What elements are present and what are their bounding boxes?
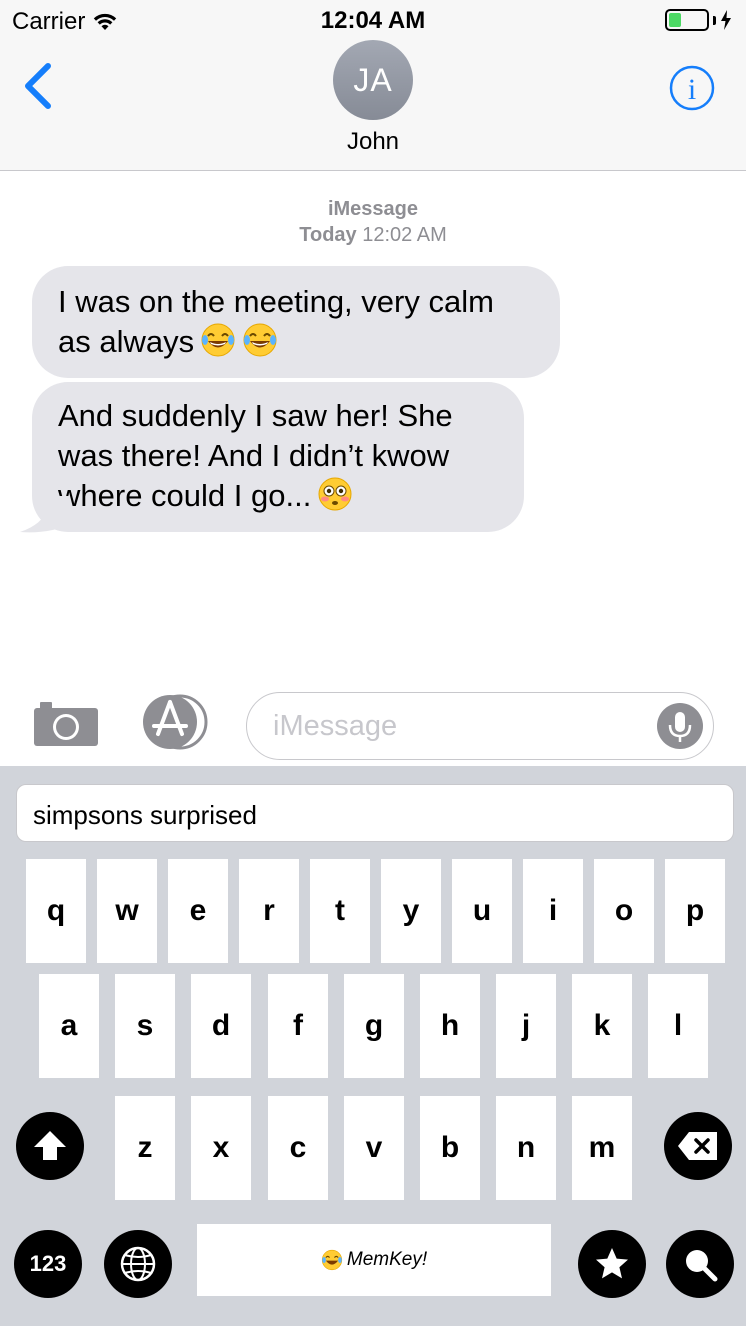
globe-icon [120,1246,156,1282]
key-e[interactable]: e [168,859,228,963]
memkey-keyboard: simpsons surprised q w e r t y u i o p a… [0,766,746,1326]
message-text-line: I was on the meeting, very calm [58,284,494,319]
message-bubble-incoming[interactable]: And suddenly I saw her! She was there! A… [32,382,524,532]
gif-search-input[interactable]: simpsons surprised [16,784,734,842]
face-with-tears-of-joy-icon [243,323,277,357]
avatar-initials: JA [353,61,393,98]
contact-avatar[interactable]: JA [333,40,413,120]
face-with-tears-of-joy-icon [201,323,235,357]
search-key[interactable] [666,1230,734,1298]
key-l[interactable]: l [648,974,708,1078]
key-p[interactable]: p [665,859,725,963]
svg-text:i: i [688,73,696,106]
contact-name[interactable]: John [0,128,746,156]
shift-key[interactable] [16,1112,84,1180]
key-v[interactable]: v [344,1096,404,1200]
message-placeholder: iMessage [273,710,398,742]
key-h[interactable]: h [420,974,480,1078]
key-y[interactable]: y [381,859,441,963]
key-k[interactable]: k [572,974,632,1078]
message-timestamp: Today 12:02 AM [0,224,746,247]
key-f[interactable]: f [268,974,328,1078]
search-query: simpsons surprised [33,800,257,830]
key-m[interactable]: m [572,1096,632,1200]
space-key-label: MemKey! [346,1249,428,1270]
timestamp-day: Today [299,224,357,246]
star-icon [596,1248,628,1279]
battery-fill [669,13,681,27]
key-s[interactable]: s [115,974,175,1078]
back-chevron-icon[interactable] [18,60,58,112]
search-icon [686,1250,718,1282]
favorites-key[interactable] [578,1230,646,1298]
message-text-line: as always [58,322,534,362]
camera-icon[interactable] [32,698,100,748]
battery-icon [665,9,709,31]
space-key[interactable]: MemKey! [197,1224,551,1296]
status-bar: Carrier 12:04 AM [0,0,746,40]
microphone-icon [668,712,692,742]
key-u[interactable]: u [452,859,512,963]
dictation-button[interactable] [657,703,703,749]
globe-key[interactable] [104,1230,172,1298]
key-t[interactable]: t [310,859,370,963]
key-w[interactable]: w [97,859,157,963]
message-text-line: where could I go... [58,476,498,516]
key-n[interactable]: n [496,1096,556,1200]
carrier-label: Carrier [12,8,86,35]
message-bubble-incoming[interactable]: I was on the meeting, very calm as alway… [32,266,560,378]
key-q[interactable]: q [26,859,86,963]
key-z[interactable]: z [115,1096,175,1200]
face-with-tears-of-joy-icon [321,1249,342,1271]
info-icon[interactable]: i [668,64,716,112]
bubble-tail [20,496,70,533]
key-a[interactable]: a [39,974,99,1078]
compose-bar: iMessage [0,680,746,766]
key-c[interactable]: c [268,1096,328,1200]
key-x[interactable]: x [191,1096,251,1200]
key-j[interactable]: j [496,974,556,1078]
key-b[interactable]: b [420,1096,480,1200]
conversation-header: JA John i [0,40,746,171]
key-i[interactable]: i [523,859,583,963]
charging-bolt-icon [721,10,731,30]
wifi-icon [94,13,117,30]
delete-key[interactable] [664,1112,732,1180]
shift-arrow-icon [34,1131,66,1160]
backspace-icon [678,1132,717,1160]
key-o[interactable]: o [594,859,654,963]
key-r[interactable]: r [239,859,299,963]
app-store-icon[interactable] [138,694,214,750]
carrier: Carrier [12,8,117,36]
key-g[interactable]: g [344,974,404,1078]
flushed-face-icon [318,477,352,511]
key-d[interactable]: d [191,974,251,1078]
numbers-key[interactable]: 123 [14,1230,82,1298]
message-text-line: And suddenly I saw her! She [58,398,453,433]
service-label: iMessage [327,198,419,220]
timestamp-time: 12:02 AM [362,224,447,246]
message-input[interactable]: iMessage [246,692,714,760]
message-text-line: was there! And I didn’t kwow [58,438,450,473]
battery-indicator [665,9,732,31]
